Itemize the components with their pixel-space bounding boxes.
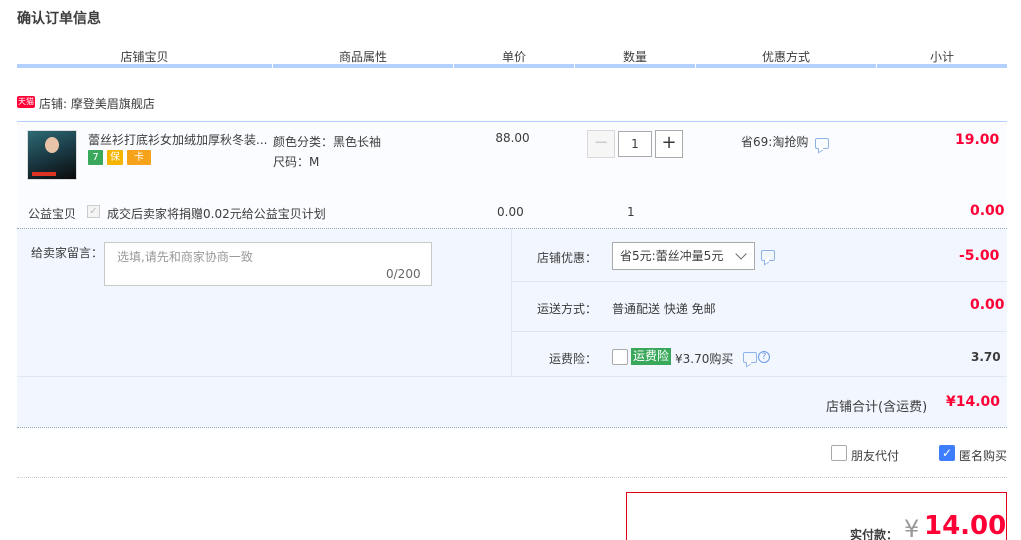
unit-price: 88.00 — [495, 131, 530, 145]
divider — [512, 331, 1007, 332]
shipping-label: 运送方式： — [537, 302, 598, 316]
shop-discount-label: 店铺优惠： — [537, 251, 598, 265]
shipping-method: 普通配送 快递 免邮 — [612, 302, 716, 316]
column-bar — [273, 64, 453, 68]
help-icon[interactable]: ? — [758, 351, 770, 363]
charity-checkbox: ✓ — [87, 205, 100, 218]
tmall-badge-icon: 天猫 — [17, 96, 35, 108]
message-icon[interactable] — [815, 138, 829, 149]
insurance-checkbox[interactable] — [612, 349, 628, 365]
message-icon[interactable] — [761, 250, 775, 261]
divider — [512, 281, 1007, 282]
divider — [511, 229, 512, 377]
page-title: 确认订单信息 — [17, 11, 101, 27]
product-title-link[interactable]: 蕾丝衫打底衫女加绒加厚秋冬装... — [88, 131, 268, 148]
payment-label: 实付款： — [850, 528, 899, 540]
guarantee-icon[interactable]: 保 — [107, 150, 123, 165]
friend-pay-checkbox[interactable] — [831, 445, 847, 461]
product-size: 尺码：M — [273, 155, 320, 169]
shop-name-link[interactable]: 店铺: 摩登美眉旗舰店 — [39, 95, 155, 112]
insurance-amount: 3.70 — [971, 350, 1001, 364]
insurance-label: 运费险： — [549, 352, 598, 366]
anonymous-purchase-checkbox[interactable]: ✓ — [939, 445, 955, 461]
column-bar — [877, 64, 1007, 68]
discount-method: 省69:淘抢购 — [741, 135, 809, 149]
anonymous-purchase-label[interactable]: 匿名购买 — [959, 447, 1007, 464]
insurance-tag: 运费险 — [631, 348, 672, 365]
divider — [512, 376, 1007, 377]
note-label: 给卖家留言： — [31, 246, 104, 260]
product-color: 颜色分类：黑色长袖 — [273, 135, 382, 149]
insurance-price: ¥3.70购买 — [675, 352, 734, 366]
column-bar — [575, 64, 695, 68]
quantity-input[interactable] — [618, 131, 652, 157]
divider — [17, 477, 1007, 478]
chevron-down-icon — [735, 248, 747, 260]
shop-discount-amount: -5.00 — [959, 248, 1000, 264]
divider — [17, 376, 512, 377]
column-bar — [454, 64, 574, 68]
column-bar — [17, 64, 272, 68]
seven-day-return-icon[interactable]: 7 — [88, 150, 103, 165]
shop-discount-select[interactable]: 省5元:蕾丝冲量5元 — [612, 242, 755, 270]
shop-discount-value: 省5元:蕾丝冲量5元 — [620, 249, 724, 263]
note-placeholder: 选填,请先和商家协商一致 — [117, 250, 253, 264]
friend-pay-label[interactable]: 朋友代付 — [851, 447, 899, 464]
quantity-increase-button[interactable]: + — [655, 130, 683, 158]
message-icon[interactable] — [743, 352, 757, 363]
product-thumbnail[interactable] — [27, 130, 77, 180]
payment-amount: 14.00 — [924, 511, 1007, 540]
charity-text: 成交后卖家将捐赠0.02元给公益宝贝计划 — [107, 207, 326, 221]
charity-quantity: 1 — [627, 205, 635, 219]
charity-subtotal: 0.00 — [970, 203, 1005, 219]
note-char-counter: 0/200 — [386, 267, 421, 281]
charity-label: 公益宝贝 — [28, 207, 77, 221]
shop-total-label: 店铺合计(含运费) — [826, 400, 928, 415]
currency-symbol: ¥ — [904, 515, 920, 540]
item-subtotal: 19.00 — [955, 132, 1000, 148]
credit-card-icon[interactable]: 卡 — [127, 150, 151, 165]
shipping-amount: 0.00 — [970, 297, 1005, 313]
quantity-decrease-button[interactable]: − — [587, 130, 615, 158]
shop-total-value: ¥14.00 — [946, 394, 1001, 410]
column-bar — [696, 64, 876, 68]
charity-price: 0.00 — [497, 205, 524, 219]
